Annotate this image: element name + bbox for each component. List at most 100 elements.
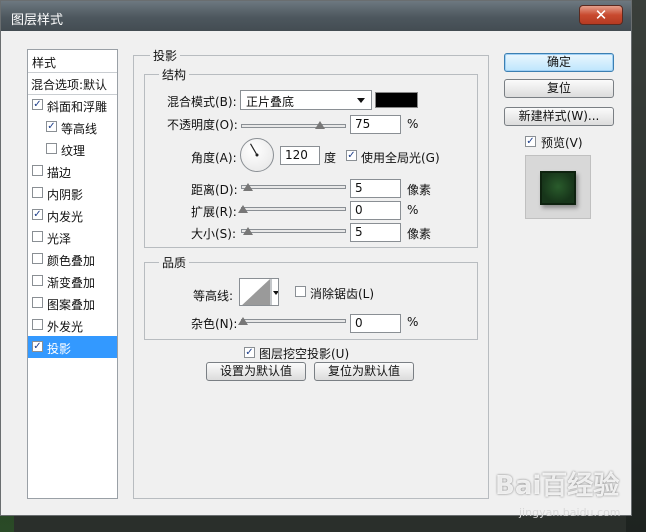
anti-alias-checkbox[interactable]	[295, 286, 306, 297]
quality-group: 品质 等高线: 消除锯齿(L) 杂色(N): 0 %	[144, 254, 478, 340]
opacity-unit: %	[407, 117, 419, 131]
style-item-checkbox[interactable]	[32, 319, 43, 330]
distance-slider-thumb[interactable]	[243, 183, 253, 191]
style-item-label: 斜面和浮雕	[47, 100, 108, 114]
style-item[interactable]: 外发光	[28, 314, 117, 336]
reset-default-button[interactable]: 复位为默认值	[314, 362, 414, 381]
noise-slider-thumb[interactable]	[238, 317, 248, 325]
style-list-header-label: 样式	[32, 56, 57, 70]
style-item-checkbox[interactable]	[32, 209, 43, 220]
opacity-slider-thumb[interactable]	[314, 121, 325, 129]
style-item[interactable]: 描边	[28, 160, 117, 182]
style-item-label: 图案叠加	[47, 298, 96, 312]
style-item-checkbox[interactable]	[32, 187, 43, 198]
angle-needle-icon	[249, 143, 259, 157]
reset-button[interactable]: 复位	[504, 79, 614, 98]
angle-unit: 度	[324, 151, 337, 165]
size-slider-thumb[interactable]	[243, 227, 253, 235]
style-item-label: 颜色叠加	[47, 254, 96, 268]
style-item-checkbox[interactable]	[32, 165, 43, 176]
style-list: 样式 混合选项:默认 斜面和浮雕等高线纹理描边内阴影内发光光泽颜色叠加渐变叠加图…	[27, 49, 118, 499]
style-item-label: 光泽	[47, 232, 72, 246]
anti-alias-label[interactable]: 消除锯齿(L)	[310, 285, 374, 302]
spread-slider-thumb[interactable]	[238, 205, 248, 213]
style-item-checkbox[interactable]	[32, 99, 43, 110]
noise-slider-track[interactable]	[241, 319, 346, 323]
distance-slider-track[interactable]	[241, 185, 346, 189]
opacity-input[interactable]: 75	[350, 115, 401, 134]
style-item-label: 纹理	[61, 144, 86, 158]
global-light-checkbox[interactable]	[346, 150, 357, 161]
window-title: 图层样式	[11, 13, 64, 28]
watermark-url: jingyan.baidu.com	[519, 506, 621, 519]
style-item-label: 等高线	[61, 122, 98, 136]
noise-unit: %	[407, 315, 419, 329]
style-item[interactable]: 颜色叠加	[28, 248, 117, 270]
close-icon: ✕	[594, 6, 608, 24]
style-item[interactable]: 纹理	[28, 138, 117, 160]
style-item-checkbox[interactable]	[32, 275, 43, 286]
drop-shadow-title: 投影	[150, 47, 181, 64]
angle-label: 角度(A):	[191, 151, 237, 165]
contour-label: 等高线:	[193, 289, 234, 303]
style-item-checkbox[interactable]	[32, 341, 43, 352]
spread-slider-track[interactable]	[241, 207, 346, 211]
noise-label: 杂色(N):	[191, 317, 238, 331]
ok-button[interactable]: 确定	[504, 53, 614, 72]
spread-label: 扩展(R):	[191, 205, 237, 219]
noise-input[interactable]: 0	[350, 314, 401, 333]
preview-swatch	[540, 171, 576, 205]
size-label: 大小(S):	[191, 227, 237, 241]
angle-input[interactable]: 120	[280, 146, 320, 165]
spread-input[interactable]: 0	[350, 201, 401, 220]
style-item-label: 外发光	[47, 320, 84, 334]
style-item[interactable]: 光泽	[28, 226, 117, 248]
style-item-checkbox[interactable]	[32, 297, 43, 308]
style-item[interactable]: 内发光	[28, 204, 117, 226]
style-item-label: 投影	[47, 342, 72, 356]
style-item[interactable]: 投影	[28, 336, 117, 358]
distance-input[interactable]: 5	[350, 179, 401, 198]
title-bar: 图层样式 ✕	[1, 1, 631, 31]
structure-title: 结构	[159, 66, 190, 83]
new-style-button[interactable]: 新建样式(W)...	[504, 107, 614, 126]
structure-group: 结构 混合模式(B): 正片叠底 不透明度(O): 75 % 角度(A): 12…	[144, 66, 478, 248]
knockout-label[interactable]: 图层挖空投影(U)	[259, 345, 349, 362]
style-item[interactable]: 等高线	[28, 116, 117, 138]
opacity-slider-track[interactable]	[241, 124, 346, 128]
distance-label: 距离(D):	[191, 183, 238, 197]
layer-style-dialog: 图层样式 ✕ 样式 混合选项:默认 斜面和浮雕等高线纹理描边内阴影内发光光泽颜色…	[0, 0, 632, 519]
style-item[interactable]: 图案叠加	[28, 292, 117, 314]
style-item[interactable]: 斜面和浮雕	[28, 94, 117, 116]
global-light-label[interactable]: 使用全局光(G)	[361, 149, 440, 166]
chevron-down-icon	[357, 98, 365, 103]
style-item-label: 内发光	[47, 210, 84, 224]
style-item-label: 描边	[47, 166, 72, 180]
blend-options-item[interactable]: 混合选项:默认	[28, 72, 117, 95]
style-item-checkbox[interactable]	[46, 121, 57, 132]
drop-shadow-panel: 投影 结构 混合模式(B): 正片叠底 不透明度(O): 75 % 角度(A):	[133, 47, 489, 499]
blend-mode-select[interactable]: 正片叠底	[240, 90, 372, 110]
style-item-checkbox[interactable]	[32, 231, 43, 242]
spread-unit: %	[407, 203, 419, 217]
preview-checkbox[interactable]	[525, 136, 536, 147]
close-button[interactable]: ✕	[579, 5, 623, 25]
style-item-checkbox[interactable]	[32, 253, 43, 264]
style-list-header[interactable]: 样式	[28, 50, 117, 73]
blend-mode-value: 正片叠底	[246, 95, 295, 109]
shadow-color-swatch[interactable]	[375, 92, 418, 108]
make-default-button[interactable]: 设置为默认值	[206, 362, 306, 381]
size-unit: 像素	[407, 227, 432, 241]
preview-label[interactable]: 预览(V)	[541, 134, 583, 151]
style-item[interactable]: 渐变叠加	[28, 270, 117, 292]
style-item-label: 渐变叠加	[47, 276, 96, 290]
style-item-checkbox[interactable]	[46, 143, 57, 154]
knockout-checkbox[interactable]	[244, 347, 255, 358]
size-slider-track[interactable]	[241, 229, 346, 233]
angle-dial[interactable]	[240, 138, 274, 172]
contour-picker[interactable]	[239, 278, 279, 306]
blend-options-label: 混合选项:默认	[31, 78, 108, 92]
style-item[interactable]: 内阴影	[28, 182, 117, 204]
baidu-watermark-logo: Bai百经验	[495, 471, 620, 501]
size-input[interactable]: 5	[350, 223, 401, 242]
